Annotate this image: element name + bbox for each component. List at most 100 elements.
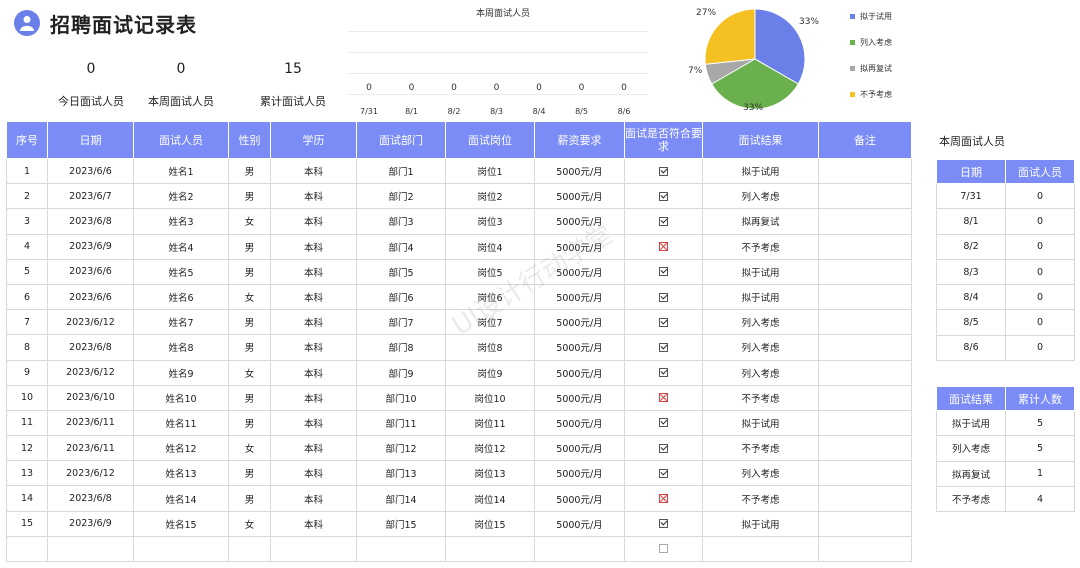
cell-qualified[interactable] xyxy=(624,208,703,235)
cell-seq[interactable]: 2 xyxy=(6,183,48,210)
cell-date[interactable]: 2023/6/8 xyxy=(47,485,134,512)
column-header-date[interactable]: 日期 xyxy=(47,121,134,159)
cell-education[interactable]: 本科 xyxy=(270,183,357,210)
cell-seq[interactable]: 3 xyxy=(6,208,48,235)
cell-date[interactable]: 2023/6/6 xyxy=(47,258,134,285)
cell-salary[interactable]: 5000元/月 xyxy=(534,460,625,487)
checked-checkbox-icon[interactable] xyxy=(659,443,668,453)
cell-education[interactable]: 本科 xyxy=(270,485,357,512)
cell-position[interactable]: 岗位2 xyxy=(445,183,535,210)
cell-position[interactable]: 岗位4 xyxy=(445,233,535,260)
cell-date[interactable]: 2023/6/8 xyxy=(47,208,134,235)
cell-education[interactable]: 本科 xyxy=(270,460,357,487)
cell-gender[interactable]: 男 xyxy=(228,334,271,361)
cell-department[interactable]: 部门12 xyxy=(356,435,446,462)
cell-remark[interactable] xyxy=(818,460,912,487)
cell-salary[interactable]: 5000元/月 xyxy=(534,510,625,537)
cell-name[interactable]: 姓名4 xyxy=(133,233,229,260)
cell-education[interactable] xyxy=(270,535,357,563)
cell-qualified[interactable] xyxy=(624,283,703,311)
cell-position[interactable]: 岗位11 xyxy=(445,409,535,437)
cell-gender[interactable] xyxy=(228,535,271,563)
cell-gender[interactable]: 男 xyxy=(228,258,271,285)
cell-gender[interactable]: 男 xyxy=(228,309,271,336)
cell-seq[interactable]: 15 xyxy=(6,510,48,537)
cell-name[interactable]: 姓名2 xyxy=(133,183,229,210)
cell-salary[interactable]: 5000元/月 xyxy=(534,233,625,260)
cell-position[interactable]: 岗位8 xyxy=(445,334,535,361)
cell-gender[interactable]: 男 xyxy=(228,409,271,437)
cell-education[interactable]: 本科 xyxy=(270,283,357,311)
crossed-checkbox-icon[interactable] xyxy=(659,393,668,403)
cell-name[interactable]: 姓名8 xyxy=(133,334,229,361)
cell-result[interactable]: 列入考虑 xyxy=(702,334,819,361)
cell-remark[interactable] xyxy=(818,309,912,336)
column-header-position[interactable]: 面试岗位 xyxy=(445,121,535,159)
cell-date[interactable]: 2023/6/6 xyxy=(47,157,134,185)
cell-seq[interactable]: 9 xyxy=(6,359,48,386)
cell-date[interactable]: 2023/6/12 xyxy=(47,309,134,336)
cell-department[interactable]: 部门6 xyxy=(356,283,446,311)
cell-position[interactable]: 岗位1 xyxy=(445,157,535,185)
cell-date[interactable]: 2023/6/7 xyxy=(47,183,134,210)
cell-remark[interactable] xyxy=(818,435,912,462)
column-header-qualified[interactable]: 面试是否符合要求 xyxy=(624,121,703,159)
cell-name[interactable]: 姓名15 xyxy=(133,510,229,537)
cell-name[interactable]: 姓名5 xyxy=(133,258,229,285)
column-header-name[interactable]: 面试人员 xyxy=(133,121,229,159)
cell-salary[interactable]: 5000元/月 xyxy=(534,208,625,235)
cell-education[interactable]: 本科 xyxy=(270,409,357,437)
cell-education[interactable]: 本科 xyxy=(270,334,357,361)
cell-remark[interactable] xyxy=(818,535,912,563)
cell-position[interactable]: 岗位5 xyxy=(445,258,535,285)
checked-checkbox-icon[interactable] xyxy=(659,292,668,302)
cell-remark[interactable] xyxy=(818,510,912,537)
cell-position[interactable] xyxy=(445,535,535,563)
cell-education[interactable]: 本科 xyxy=(270,208,357,235)
cell-salary[interactable]: 5000元/月 xyxy=(534,309,625,336)
cell-education[interactable]: 本科 xyxy=(270,258,357,285)
cell-qualified[interactable] xyxy=(624,359,703,386)
cell-date[interactable]: 2023/6/6 xyxy=(47,283,134,311)
cell-education[interactable]: 本科 xyxy=(270,309,357,336)
cell-education[interactable]: 本科 xyxy=(270,435,357,462)
cell-qualified[interactable] xyxy=(624,157,703,185)
cell-position[interactable]: 岗位9 xyxy=(445,359,535,386)
cell-qualified[interactable] xyxy=(624,309,703,336)
cell-gender[interactable]: 男 xyxy=(228,460,271,487)
cell-salary[interactable]: 5000元/月 xyxy=(534,183,625,210)
cell-salary[interactable]: 5000元/月 xyxy=(534,485,625,512)
cell-education[interactable]: 本科 xyxy=(270,233,357,260)
cell-gender[interactable]: 男 xyxy=(228,157,271,185)
cell-education[interactable]: 本科 xyxy=(270,359,357,386)
cell-salary[interactable] xyxy=(534,535,625,563)
cell-department[interactable] xyxy=(356,535,446,563)
cell-remark[interactable] xyxy=(818,258,912,285)
cell-salary[interactable]: 5000元/月 xyxy=(534,435,625,462)
cell-name[interactable]: 姓名6 xyxy=(133,283,229,311)
cell-date[interactable]: 2023/6/12 xyxy=(47,460,134,487)
cell-salary[interactable]: 5000元/月 xyxy=(534,409,625,437)
cell-name[interactable]: 姓名12 xyxy=(133,435,229,462)
checked-checkbox-icon[interactable] xyxy=(659,317,668,327)
cell-remark[interactable] xyxy=(818,384,912,411)
cell-remark[interactable] xyxy=(818,409,912,437)
cell-name[interactable]: 姓名13 xyxy=(133,460,229,487)
checked-checkbox-icon[interactable] xyxy=(659,191,668,201)
cell-department[interactable]: 部门8 xyxy=(356,334,446,361)
checked-checkbox-icon[interactable] xyxy=(659,519,668,529)
cell-qualified[interactable] xyxy=(624,233,703,260)
cell-qualified[interactable] xyxy=(624,435,703,462)
cell-position[interactable]: 岗位10 xyxy=(445,384,535,411)
crossed-checkbox-icon[interactable] xyxy=(659,242,668,252)
cell-seq[interactable] xyxy=(6,535,48,563)
cell-gender[interactable]: 女 xyxy=(228,435,271,462)
cell-result[interactable]: 列入考虑 xyxy=(702,460,819,487)
cell-department[interactable]: 部门7 xyxy=(356,309,446,336)
cell-name[interactable]: 姓名10 xyxy=(133,384,229,411)
empty-checkbox-icon[interactable] xyxy=(659,544,668,554)
cell-result[interactable]: 拟于试用 xyxy=(702,409,819,437)
cell-position[interactable]: 岗位14 xyxy=(445,485,535,512)
column-header-result[interactable]: 面试结果 xyxy=(702,121,819,159)
cell-position[interactable]: 岗位7 xyxy=(445,309,535,336)
